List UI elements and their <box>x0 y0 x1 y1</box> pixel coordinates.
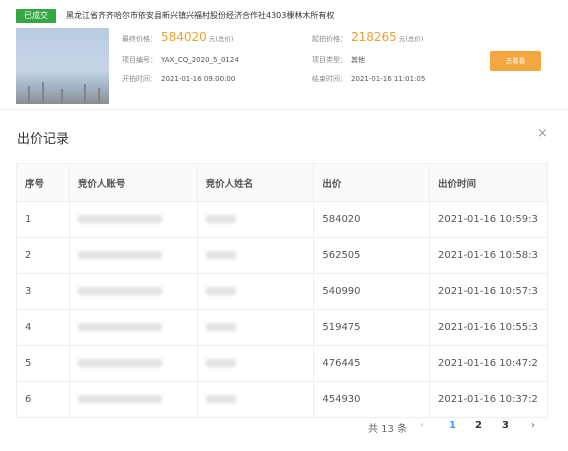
redacted-name <box>205 251 236 259</box>
start-price-row: 起拍价格： 218265 元(总价) <box>312 30 423 44</box>
auction-header: 已成交 黑龙江省齐齐哈尔市依安县新兴镇兴福村股份经济合作社4303棵林木所有权 … <box>0 0 568 110</box>
end-time-row: 结束时间： 2021-01-16 11:01:05 <box>312 74 425 84</box>
bid-time: 2021-01-16 10:57:3 <box>429 273 548 310</box>
deal-price-row: 最终价格： 584020 元(总价) <box>122 30 233 44</box>
bid-price: 540990 <box>313 273 430 310</box>
category-label: 项目类型： <box>312 56 347 64</box>
redacted-account <box>77 359 162 367</box>
bid-price: 454930 <box>313 381 430 418</box>
header-name: 竞价人姓名 <box>196 163 315 202</box>
auction-thumbnail[interactable] <box>16 28 109 104</box>
redacted-account <box>77 287 162 295</box>
redacted-name <box>205 359 236 367</box>
deal-price-label: 最终价格： <box>122 35 157 43</box>
start-time-row: 开拍时间： 2021-01-16 09:00:00 <box>122 74 235 84</box>
row-no: 4 <box>16 309 70 346</box>
project-no-label: 项目编号： <box>122 56 157 64</box>
total-count: 共 13 条 <box>368 424 408 435</box>
row-no: 1 <box>16 201 70 238</box>
bid-price: 476445 <box>313 345 430 382</box>
redacted-name <box>205 287 236 295</box>
redacted-name <box>205 215 236 223</box>
bidder-account <box>68 345 198 382</box>
redacted-account <box>77 323 162 331</box>
watch-button[interactable]: 去看看 <box>490 51 541 71</box>
redacted-account <box>77 251 162 259</box>
header-price: 出价 <box>313 163 430 202</box>
header-time: 出价时间 <box>429 163 548 202</box>
row-no: 3 <box>16 273 70 310</box>
bid-record-table: 序号 竞价人账号 竞价人姓名 出价 出价时间 1 584020 2021-01-… <box>16 163 548 418</box>
table-row: 4 519475 2021-01-16 10:55:3 <box>16 309 548 346</box>
page-1-button[interactable]: 1 <box>449 420 456 431</box>
bidder-account <box>68 309 198 346</box>
bidder-name <box>196 237 315 274</box>
auction-info: 最终价格： 584020 元(总价) 起拍价格： 218265 元(总价) 项目编号： Y… <box>122 28 452 88</box>
row-no: 5 <box>16 345 70 382</box>
category: 其他 <box>351 56 365 64</box>
bid-price: 562505 <box>313 237 430 274</box>
page-2-button[interactable]: 2 <box>475 420 482 431</box>
redacted-account <box>77 215 162 223</box>
dialog-title: 出价记录 <box>17 132 70 147</box>
bid-time: 2021-01-16 10:47:2 <box>429 345 548 382</box>
bid-time: 2021-01-16 10:55:3 <box>429 309 548 346</box>
bidder-account <box>68 201 198 238</box>
deal-price-unit: 元(总价) <box>208 35 234 43</box>
close-icon[interactable]: × <box>537 126 548 141</box>
page-3-button[interactable]: 3 <box>502 420 509 431</box>
bidder-name <box>196 345 315 382</box>
project-no: YAX_CQ_2020_5_0124 <box>161 56 239 64</box>
start-price: 218265 <box>351 30 397 44</box>
header-no: 序号 <box>16 163 70 202</box>
chevron-left-icon[interactable]: ‹ <box>420 420 424 431</box>
table-row: 1 584020 2021-01-16 10:59:3 <box>16 201 548 238</box>
bidder-name <box>196 309 315 346</box>
table-row: 6 454930 2021-01-16 10:37:2 <box>16 381 548 418</box>
bidder-name <box>196 201 315 238</box>
table-row: 3 540990 2021-01-16 10:57:3 <box>16 273 548 310</box>
row-no: 2 <box>16 237 70 274</box>
redacted-name <box>205 323 236 331</box>
header-account: 竞价人账号 <box>68 163 198 202</box>
bid-time: 2021-01-16 10:58:3 <box>429 237 548 274</box>
table-header-row: 序号 竞价人账号 竞价人姓名 出价 出价时间 <box>16 163 548 202</box>
start-price-label: 起拍价格： <box>312 35 347 43</box>
status-badge: 已成交 <box>16 9 56 23</box>
redacted-account <box>77 395 162 403</box>
start-time: 2021-01-16 09:00:00 <box>161 75 236 83</box>
bidder-name <box>196 273 315 310</box>
start-price-unit: 元(总价) <box>398 35 424 43</box>
table-row: 2 562505 2021-01-16 10:58:3 <box>16 237 548 274</box>
redacted-name <box>205 395 236 403</box>
bidder-account <box>68 273 198 310</box>
end-time: 2021-01-16 11:01:05 <box>351 75 426 83</box>
bid-time: 2021-01-16 10:59:3 <box>429 201 548 238</box>
bidder-account <box>68 381 198 418</box>
end-time-label: 结束时间： <box>312 75 347 83</box>
bid-price: 519475 <box>313 309 430 346</box>
table-row: 5 476445 2021-01-16 10:47:2 <box>16 345 548 382</box>
auction-title[interactable]: 黑龙江省齐齐哈尔市依安县新兴镇兴福村股份经济合作社4303棵林木所有权 <box>66 10 334 21</box>
bidder-name <box>196 381 315 418</box>
project-no-row: 项目编号： YAX_CQ_2020_5_0124 <box>122 55 239 65</box>
bid-time: 2021-01-16 10:37:2 <box>429 381 548 418</box>
chevron-right-icon[interactable]: › <box>531 420 535 431</box>
bid-price: 584020 <box>313 201 430 238</box>
bidder-account <box>68 237 198 274</box>
deal-price: 584020 <box>161 30 207 44</box>
row-no: 6 <box>16 381 70 418</box>
category-row: 项目类型： 其他 <box>312 55 365 65</box>
start-time-label: 开拍时间： <box>122 75 157 83</box>
